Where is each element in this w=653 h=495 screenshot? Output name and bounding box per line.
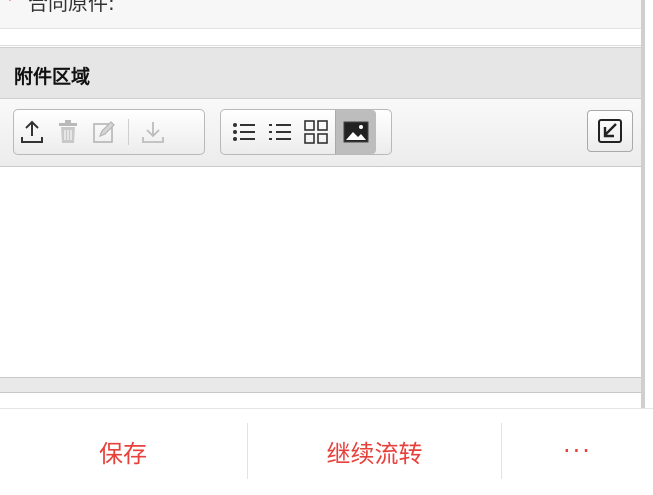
required-mark: *: [6, 0, 14, 9]
attachment-section-title: 附件区域: [14, 66, 91, 88]
view-list-button[interactable]: [227, 115, 261, 149]
download-icon: [142, 122, 164, 143]
bottom-action-bar: 保存 继续流转 ···: [0, 408, 653, 495]
attachment-area-footer: [0, 377, 641, 393]
upload-button[interactable]: [15, 115, 49, 149]
toolbar-divider: [128, 119, 129, 145]
upload-icon: [21, 120, 43, 143]
download-button[interactable]: [136, 115, 170, 149]
continue-flow-button[interactable]: 继续流转: [248, 423, 501, 479]
attachment-content-area: [0, 167, 641, 377]
collapse-arrow-icon: [598, 119, 622, 143]
detail-list-icon: [269, 124, 291, 140]
field-spacer: [0, 29, 641, 46]
bullet-list-icon: [233, 123, 255, 141]
view-detail-list-button[interactable]: [263, 115, 297, 149]
image-icon: [343, 121, 369, 143]
more-actions-button[interactable]: ···: [502, 423, 653, 479]
delete-button[interactable]: [51, 115, 85, 149]
save-button[interactable]: 保存: [0, 423, 246, 479]
edit-icon: [93, 121, 115, 143]
file-action-group: [13, 109, 205, 155]
collapse-button[interactable]: [587, 110, 633, 152]
trash-icon: [59, 120, 77, 143]
contract-original-field: * 合同原件:: [0, 0, 641, 29]
grid-icon: [304, 120, 328, 144]
edit-button[interactable]: [87, 115, 121, 149]
view-grid-button[interactable]: [299, 115, 333, 149]
attachment-toolbar: [0, 99, 641, 167]
view-mode-group: [220, 109, 392, 155]
attachment-section-header: 附件区域: [0, 47, 641, 99]
right-scroll-rail: [641, 0, 645, 408]
contract-original-label: 合同原件:: [28, 0, 115, 15]
view-thumbnail-button[interactable]: [335, 110, 376, 154]
